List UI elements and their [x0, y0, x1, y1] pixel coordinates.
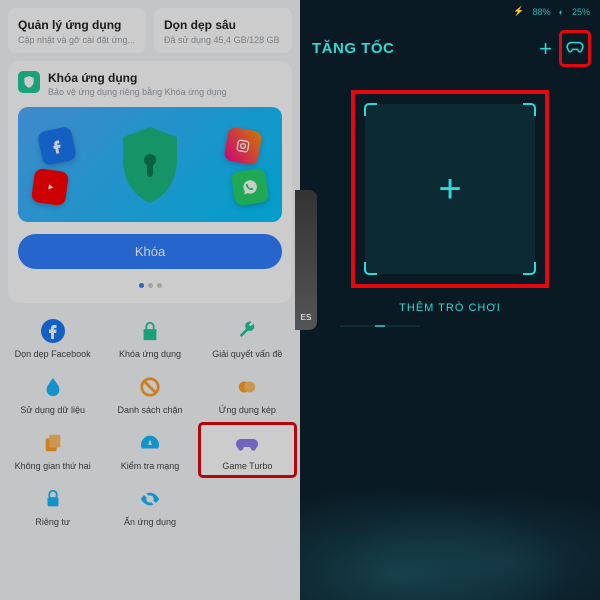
- tool-label: Game Turbo: [222, 461, 272, 471]
- status-bar: ⚡ 88% ◐ 25%: [300, 0, 600, 23]
- battery-value: 88%: [533, 7, 551, 17]
- tool-label: Không gian thứ hai: [15, 461, 91, 471]
- divider: [300, 325, 460, 327]
- add-game-highlight: +: [355, 94, 545, 284]
- block-icon: [136, 373, 164, 401]
- gamepad-icon: [233, 429, 261, 457]
- whatsapp-icon: [231, 168, 269, 206]
- add-game-label: THÊM TRÒ CHƠI: [300, 302, 600, 314]
- privacy-icon: [39, 485, 67, 513]
- facebook-icon: [37, 126, 77, 166]
- shield-lock-icon: [115, 125, 185, 205]
- memory-value: 25%: [572, 7, 590, 17]
- memory-icon: ◐: [559, 7, 564, 17]
- eye-off-icon: [136, 485, 164, 513]
- lock-sub: Bảo vệ ứng dụng riêng bằng Khóa ứng dụng: [48, 87, 227, 97]
- shield-icon: [18, 71, 40, 93]
- settings-button[interactable]: [562, 33, 588, 64]
- battery-icon: ⚡: [513, 6, 524, 17]
- tool-second-space[interactable]: Không gian thứ hai: [4, 423, 101, 477]
- tool-game-turbo[interactable]: Game Turbo: [199, 423, 296, 477]
- manage-apps-card[interactable]: Quản lý ứng dụng Cập nhật và gỡ cài đặt …: [8, 8, 146, 53]
- plus-icon: +: [438, 167, 461, 212]
- tool-hide-apps[interactable]: Ẩn ứng dụng: [101, 479, 198, 533]
- app-lock-promo-card: Khóa ứng dụng Bảo vệ ứng dụng riêng bằng…: [8, 61, 292, 303]
- copy-icon: [39, 429, 67, 457]
- game-turbo-panel: ES ⚡88% ◐25% TĂNG TỐC + + THÊM TRÒ CHƠI: [300, 0, 600, 600]
- tool-label: Khóa ứng dụng: [119, 349, 181, 359]
- dual-icon: [233, 373, 261, 401]
- add-button[interactable]: +: [539, 36, 552, 62]
- card-title: Quản lý ứng dụng: [18, 18, 136, 32]
- lock-icon: [136, 317, 164, 345]
- drop-icon: [39, 373, 67, 401]
- tool-label: Ứng dụng kép: [219, 405, 276, 415]
- gamepad-outline-icon: [565, 36, 585, 56]
- background-glow: [300, 470, 600, 600]
- instagram-icon: [223, 126, 262, 165]
- tool-label: Sử dụng dữ liệu: [20, 405, 85, 415]
- facebook-icon: [39, 317, 67, 345]
- card-sub: Cập nhật và gỡ cài đặt ứng...: [18, 35, 136, 45]
- tool-troubleshoot[interactable]: Giải quyết vấn đề: [199, 311, 296, 365]
- card-title: Dọn dẹp sâu: [164, 18, 282, 32]
- tool-label: Kiểm tra mạng: [121, 461, 180, 471]
- pubg-game-peek[interactable]: ES: [295, 190, 317, 330]
- tools-grid: Dọn dẹp Facebook Khóa ứng dụng Giải quyế…: [4, 311, 296, 533]
- security-app-panel: Quản lý ứng dụng Cập nhật và gỡ cài đặt …: [0, 0, 300, 600]
- page-dots: [18, 275, 282, 293]
- lock-title: Khóa ứng dụng: [48, 71, 227, 85]
- tool-blocklist[interactable]: Danh sách chặn: [101, 367, 198, 421]
- tool-label: Danh sách chặn: [117, 405, 182, 415]
- deep-clean-card[interactable]: Dọn dẹp sâu Đã sử dụng 45,4 GB/128 GB: [154, 8, 292, 53]
- tool-label: Giải quyết vấn đề: [212, 349, 282, 359]
- youtube-icon: [31, 168, 69, 206]
- tool-app-lock[interactable]: Khóa ứng dụng: [101, 311, 198, 365]
- tool-label: Dọn dẹp Facebook: [15, 349, 91, 359]
- tool-label: Riêng tư: [35, 517, 70, 527]
- card-sub: Đã sử dụng 45,4 GB/128 GB: [164, 35, 282, 45]
- tool-data-usage[interactable]: Sử dụng dữ liệu: [4, 367, 101, 421]
- tool-facebook-cleanup[interactable]: Dọn dẹp Facebook: [4, 311, 101, 365]
- tool-label: Ẩn ứng dụng: [124, 517, 176, 527]
- tool-network-test[interactable]: Kiểm tra mạng: [101, 423, 198, 477]
- add-game-slot[interactable]: +: [365, 104, 535, 274]
- page-title: TĂNG TỐC: [312, 40, 529, 57]
- speedometer-icon: [136, 429, 164, 457]
- wrench-icon: [233, 317, 261, 345]
- tool-privacy[interactable]: Riêng tư: [4, 479, 101, 533]
- lock-button[interactable]: Khóa: [18, 234, 282, 269]
- tool-dual-apps[interactable]: Ứng dụng kép: [199, 367, 296, 421]
- lock-banner: [18, 107, 282, 222]
